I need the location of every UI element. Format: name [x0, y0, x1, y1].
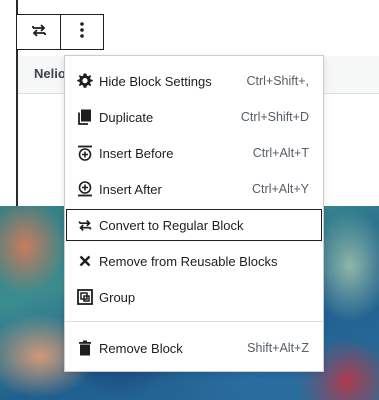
more-vertical-icon [72, 20, 92, 45]
menu-item-label: Insert After [99, 181, 162, 197]
menu-item-remove-from-reusable[interactable]: Remove from Reusable Blocks [65, 244, 323, 278]
menu-item-shortcut: Ctrl+Alt+Y [252, 182, 309, 196]
more-options-button[interactable] [60, 15, 103, 49]
menu-item-convert-to-regular-block[interactable]: Convert to Regular Block [65, 208, 323, 242]
menu-item-duplicate[interactable]: Duplicate Ctrl+Shift+D [65, 100, 323, 134]
gear-icon [73, 69, 97, 93]
menu-item-label: Remove from Reusable Blocks [99, 253, 278, 269]
duplicate-icon [73, 105, 97, 129]
trash-icon [73, 336, 97, 360]
block-options-menu: Hide Block Settings Ctrl+Shift+, Duplica… [64, 55, 324, 372]
menu-item-shortcut: Ctrl+Shift+D [240, 110, 309, 124]
menu-item-label: Convert to Regular Block [99, 217, 244, 233]
close-icon [73, 249, 97, 273]
menu-item-group[interactable]: Group [65, 280, 323, 314]
convert-arrows-icon [73, 213, 97, 237]
insert-after-icon [73, 177, 97, 201]
block-header-text: Nelio [34, 66, 66, 81]
menu-item-insert-after[interactable]: Insert After Ctrl+Alt+Y [65, 172, 323, 206]
menu-item-insert-before[interactable]: Insert Before Ctrl+Alt+T [65, 136, 323, 170]
block-toolbar [16, 14, 104, 50]
menu-divider [65, 321, 323, 322]
menu-item-shortcut: Shift+Alt+Z [247, 341, 309, 355]
menu-item-label: Insert Before [99, 145, 174, 161]
menu-item-label: Group [99, 289, 136, 305]
menu-item-shortcut: Ctrl+Shift+, [246, 74, 309, 88]
menu-item-label: Hide Block Settings [99, 73, 212, 89]
menu-item-label: Remove Block [99, 340, 183, 356]
menu-item-label: Duplicate [99, 109, 154, 125]
convert-block-button[interactable] [17, 15, 60, 49]
menu-item-shortcut: Ctrl+Alt+T [252, 146, 309, 160]
convert-arrows-icon [29, 20, 49, 45]
menu-item-remove-block[interactable]: Remove Block Shift+Alt+Z [65, 331, 323, 365]
group-icon [73, 285, 97, 309]
insert-before-icon [73, 141, 97, 165]
menu-item-hide-block-settings[interactable]: Hide Block Settings Ctrl+Shift+, [65, 64, 323, 98]
